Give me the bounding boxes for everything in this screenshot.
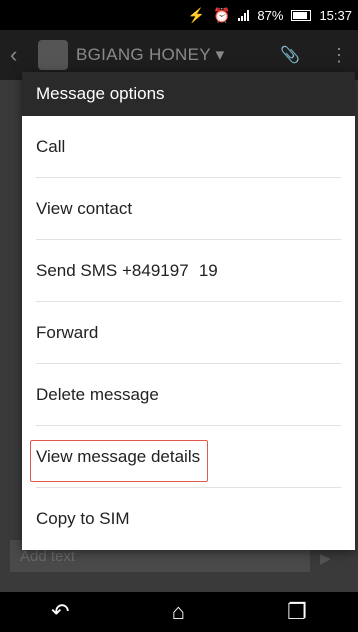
more-icon[interactable]: ⋮ xyxy=(330,45,348,66)
battery-percent: 87% xyxy=(257,7,284,23)
status-bar: ⚡ ⏰ 87% 15:37 xyxy=(0,0,358,30)
menu-item-view-contact[interactable]: View contact xyxy=(22,178,355,240)
menu-list: Call View contact Send SMS +849197 19 Fo… xyxy=(22,116,355,550)
alarm-icon: ⏰ xyxy=(212,6,231,23)
menu-item-delete-message[interactable]: Delete message xyxy=(22,364,355,426)
avatar[interactable] xyxy=(38,40,68,70)
menu-item-label: Call xyxy=(36,137,66,156)
menu-item-label: Send SMS +849197 19 xyxy=(36,261,218,280)
menu-item-call[interactable]: Call xyxy=(22,116,355,178)
menu-item-forward[interactable]: Forward xyxy=(22,302,355,364)
message-options-dialog: Message options Call View contact Send S… xyxy=(22,72,355,550)
nav-bar: ↶ ⌂ ❐ xyxy=(0,592,358,632)
menu-item-label: View contact xyxy=(36,199,133,218)
compose-placeholder: Add text xyxy=(20,547,76,565)
paperclip-icon[interactable]: 📎 xyxy=(280,45,300,65)
menu-item-label: Delete message xyxy=(36,385,159,404)
signal-icon xyxy=(238,9,250,21)
no-charge-icon: ⚡ xyxy=(187,6,205,23)
contact-name[interactable]: BGIANG HONEY ▾ xyxy=(76,45,280,65)
menu-item-label: View message details xyxy=(36,447,201,466)
menu-item-send-sms[interactable]: Send SMS +849197 19 xyxy=(22,240,355,302)
dialog-title: Message options xyxy=(22,72,355,116)
back-nav-icon[interactable]: ↶ xyxy=(51,599,69,625)
battery-icon xyxy=(291,9,312,21)
menu-item-label: Copy to SIM xyxy=(36,509,130,528)
back-icon[interactable]: ‹ xyxy=(10,42,28,68)
home-icon[interactable]: ⌂ xyxy=(172,599,185,625)
menu-item-view-message-details[interactable]: View message details xyxy=(22,426,355,488)
clock: 15:37 xyxy=(319,7,352,23)
recents-icon[interactable]: ❐ xyxy=(287,599,307,625)
menu-item-copy-to-sim[interactable]: Copy to SIM xyxy=(22,488,355,550)
send-icon[interactable]: ▶ xyxy=(320,550,342,566)
menu-item-label: Forward xyxy=(36,323,99,342)
